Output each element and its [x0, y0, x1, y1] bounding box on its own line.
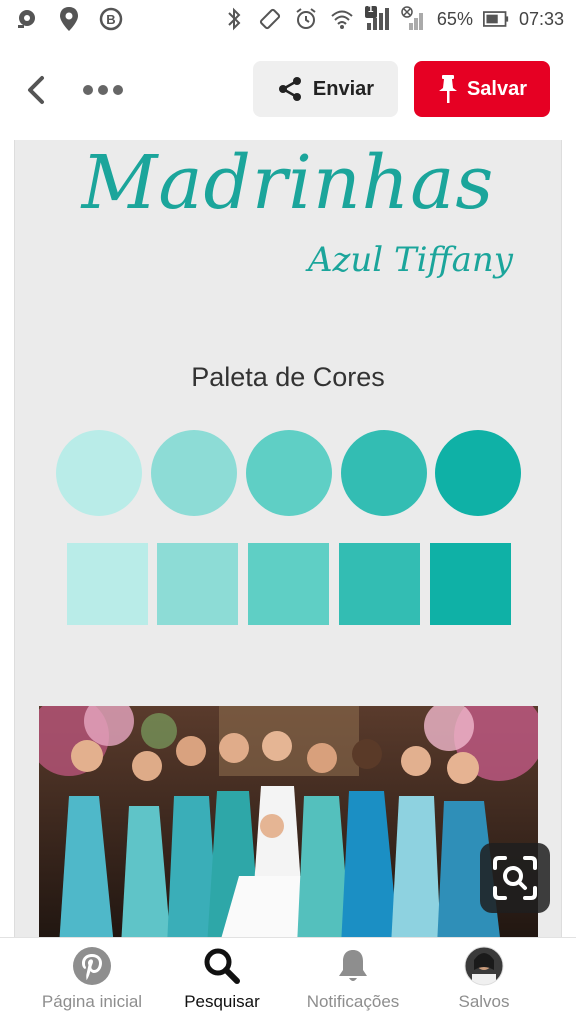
- save-button[interactable]: Salvar: [414, 61, 550, 117]
- nav-notifications-label: Notificações: [306, 992, 400, 1011]
- no-signal-icon: [401, 6, 427, 32]
- send-label: Enviar: [312, 77, 375, 100]
- status-bar: B 1 65% 07:33: [0, 0, 576, 40]
- bluetooth-icon: [221, 6, 247, 32]
- nav-home-label: Página inicial: [41, 992, 143, 1011]
- palette-title: Paleta de Cores: [191, 362, 385, 392]
- location-icon: [56, 6, 82, 32]
- share-icon: [278, 77, 301, 101]
- pin-image[interactable]: Madrinhas Azul Tiffany Paleta de Cores: [14, 140, 562, 940]
- signal-icon: 1: [364, 4, 391, 32]
- ellipsis-icon: [83, 85, 123, 95]
- battery-icon: [482, 6, 509, 32]
- bottom-navigation: Página inicial Pesquisar Notificações Sa…: [0, 937, 576, 1025]
- pin-title: Madrinhas: [81, 140, 495, 226]
- svg-text:B: B: [106, 12, 115, 27]
- palette-circle-4: [341, 430, 427, 516]
- palette-square-4: [339, 543, 420, 625]
- nav-saved[interactable]: Salvos: [414, 946, 554, 1012]
- visual-search-icon: [493, 856, 537, 900]
- send-button[interactable]: Enviar: [253, 61, 398, 117]
- more-options-button[interactable]: [80, 78, 126, 102]
- palette-circle-2: [151, 430, 237, 516]
- profile-avatar: [464, 946, 504, 986]
- pinterest-logo-icon: [73, 947, 111, 985]
- nav-home[interactable]: Página inicial: [22, 946, 162, 1012]
- bridesmaids-photo: [39, 706, 538, 940]
- battery-percent: 65%: [436, 8, 473, 29]
- save-label: Salvar: [466, 77, 528, 100]
- alarm-icon: [293, 6, 319, 32]
- nav-notifications[interactable]: Notificações: [283, 946, 423, 1012]
- palette-circle-1: [56, 430, 142, 516]
- wifi-icon: [329, 6, 355, 32]
- app-notification-icon: [14, 6, 40, 32]
- nav-search[interactable]: Pesquisar: [152, 946, 292, 1012]
- pin-icon: [438, 75, 457, 103]
- chevron-left-icon: [28, 76, 44, 104]
- palette-square-5: [430, 543, 511, 625]
- back-button[interactable]: [18, 72, 54, 108]
- search-icon: [204, 948, 240, 984]
- visual-search-button[interactable]: [480, 843, 550, 913]
- pin-header: Enviar Salvar: [0, 40, 576, 140]
- palette-square-3: [248, 543, 329, 625]
- palette-circle-5: [435, 430, 521, 516]
- palette-circle-3: [246, 430, 332, 516]
- clock: 07:33: [518, 8, 564, 29]
- vibrate-icon: [257, 6, 283, 32]
- pin-subtitle: Azul Tiffany: [307, 240, 513, 280]
- nav-saved-label: Salvos: [458, 992, 510, 1011]
- bell-icon: [339, 950, 367, 981]
- palette-square-1: [67, 543, 148, 625]
- sim-number: 1: [367, 4, 374, 15]
- palette-square-2: [157, 543, 238, 625]
- b-badge-icon: B: [98, 6, 124, 32]
- nav-search-label: Pesquisar: [184, 992, 260, 1011]
